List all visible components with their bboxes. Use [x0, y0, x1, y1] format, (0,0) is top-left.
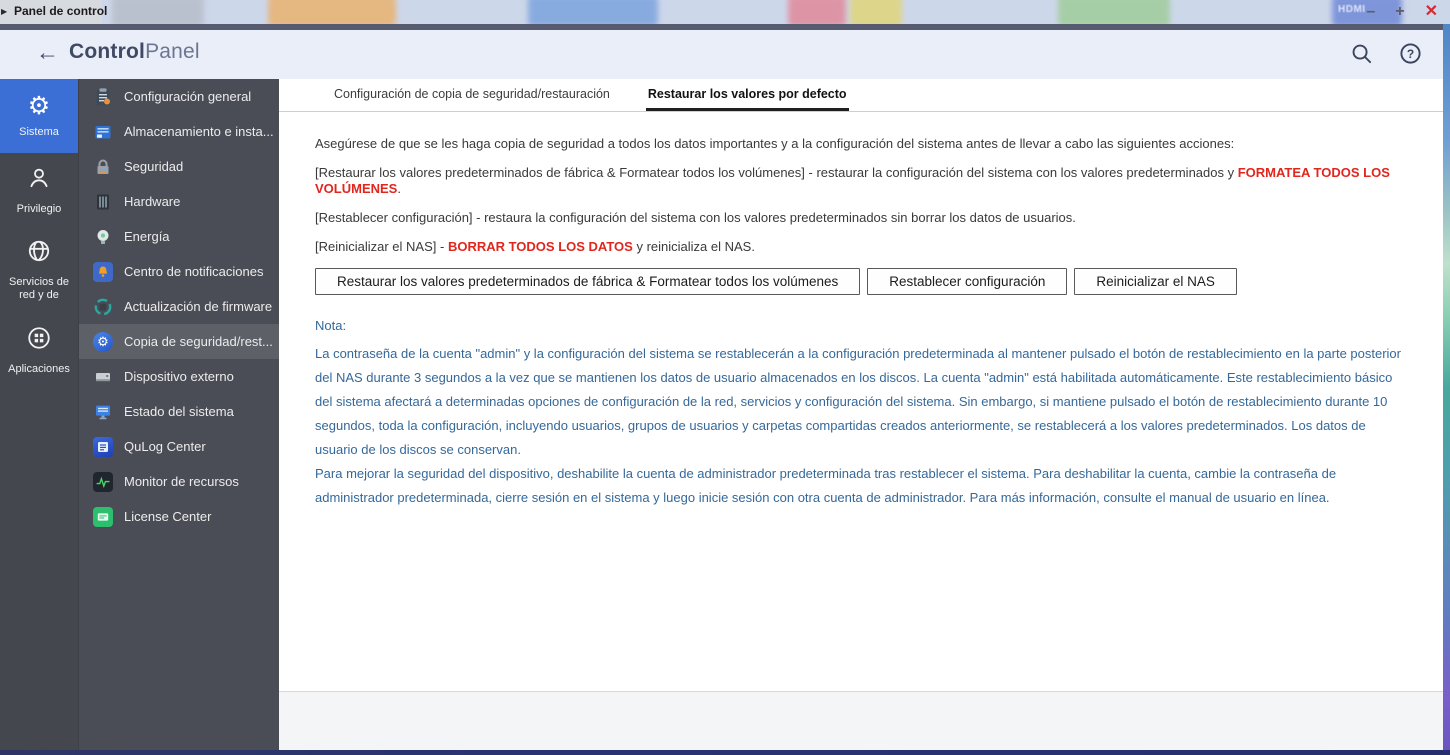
- desktop-icon-blur: [1058, 0, 1170, 24]
- bulb-icon: [93, 227, 113, 247]
- taskbar-edge: [0, 750, 1450, 755]
- restore-factory-defaults-button[interactable]: Restaurar los valores predeterminados de…: [315, 268, 861, 295]
- reset-settings-button[interactable]: Restablecer configuración: [867, 268, 1068, 295]
- menu-item-almacenamiento[interactable]: Almacenamiento e insta...: [79, 114, 279, 149]
- apps-icon: [26, 325, 52, 356]
- content-footer: [279, 691, 1443, 750]
- back-button[interactable]: ←: [36, 39, 59, 66]
- desktop-icon-blur: [112, 0, 204, 24]
- action-buttons: Restaurar los valores predeterminados de…: [315, 268, 1413, 295]
- window-resize-arrow-icon: ▶: [1, 7, 8, 16]
- desktop-wallpaper-edge: [1443, 24, 1450, 750]
- menu-item-monitor-recursos[interactable]: Monitor de recursos: [79, 464, 279, 499]
- menu-item-hardware[interactable]: Hardware: [79, 184, 279, 219]
- storage-icon: [93, 122, 113, 142]
- maximize-button[interactable]: +: [1395, 0, 1404, 24]
- action-reinitialize-text: [Reinicializar el NAS] - BORRAR TODOS LO…: [315, 239, 755, 254]
- settings-menu: Configuración general Almacenamiento e i…: [78, 79, 279, 750]
- close-button[interactable]: ✕: [1425, 0, 1438, 24]
- gear-icon: ⚙: [27, 92, 51, 120]
- sidebar-item-aplicaciones[interactable]: Aplicaciones: [0, 312, 78, 388]
- page-title: ControlPanel: [69, 40, 200, 63]
- action-reset-settings-text: [Restablecer configuración] - restaura l…: [315, 210, 1076, 225]
- svg-text:?: ?: [1407, 47, 1414, 61]
- globe-icon: [26, 238, 52, 269]
- sidebar-item-sistema[interactable]: ⚙ Sistema: [0, 79, 78, 153]
- menu-item-configuracion-general[interactable]: Configuración general: [79, 79, 279, 114]
- qulog-icon: [93, 436, 113, 457]
- sidebar-item-servicios-red[interactable]: Servicios de red y de: [0, 228, 78, 312]
- external-drive-icon: [93, 367, 113, 387]
- hdmi-label: HDMI: [1338, 4, 1366, 15]
- control-panel-window: HDMI ▶ Panel de control – + ✕ ← ControlP…: [0, 0, 1450, 755]
- menu-item-dispositivo-externo[interactable]: Dispositivo externo: [79, 359, 279, 394]
- desktop-icon-blur: [268, 0, 396, 24]
- window-titlebar: HDMI ▶ Panel de control – + ✕: [0, 0, 1450, 24]
- note-title: Nota:: [315, 318, 347, 333]
- user-icon: [26, 165, 52, 196]
- menu-item-seguridad[interactable]: Seguridad: [79, 149, 279, 184]
- menu-item-energia[interactable]: Energía: [79, 219, 279, 254]
- resource-graph-icon: [93, 471, 113, 492]
- menu-item-license-center[interactable]: License Center: [79, 499, 279, 534]
- window-title: Panel de control: [14, 4, 108, 18]
- menu-item-estado-sistema[interactable]: Estado del sistema: [79, 394, 279, 429]
- tab-configuracion-copia-seguridad[interactable]: Configuración de copia de seguridad/rest…: [332, 79, 612, 111]
- minimize-button[interactable]: –: [1366, 0, 1375, 24]
- erase-warning-text: BORRAR TODOS LOS DATOS: [447, 239, 633, 254]
- lock-icon: [93, 157, 113, 177]
- intro-text: Asegúrese de que se les haga copia de se…: [315, 136, 1235, 151]
- sidebar-item-privilegio[interactable]: Privilegio: [0, 153, 78, 228]
- bell-icon: [93, 261, 113, 282]
- help-icon[interactable]: ?: [1399, 42, 1422, 70]
- tab-restaurar-valores-defecto[interactable]: Restaurar los valores por defecto: [645, 79, 849, 111]
- system-status-icon: [93, 402, 113, 422]
- menu-item-copia-seguridad[interactable]: ⚙ Copia de seguridad/rest...: [79, 324, 279, 359]
- action-factory-reset-text: [Restaurar los valores predeterminados d…: [315, 165, 1390, 196]
- clipboard-icon: [93, 87, 113, 107]
- note-section: Nota: La contraseña de la cuenta "admin"…: [315, 318, 1405, 510]
- tab-bar: Configuración de copia de seguridad/rest…: [279, 79, 1443, 112]
- backup-gear-icon: ⚙: [93, 331, 113, 352]
- note-paragraph-2: Para mejorar la seguridad del dispositiv…: [315, 466, 1337, 505]
- desktop-icon-blur: [850, 0, 902, 24]
- search-icon[interactable]: [1350, 42, 1373, 70]
- menu-item-centro-notificaciones[interactable]: Centro de notificaciones: [79, 254, 279, 289]
- menu-item-qulog-center[interactable]: QuLog Center: [79, 429, 279, 464]
- menu-item-actualizacion-firmware[interactable]: Actualización de firmware: [79, 289, 279, 324]
- main-content: Configuración de copia de seguridad/rest…: [279, 79, 1443, 750]
- desktop-icon-blur: [528, 0, 658, 24]
- reinitialize-nas-button[interactable]: Reinicializar el NAS: [1074, 268, 1237, 295]
- app-header: ← ControlPanel ?: [0, 30, 1450, 79]
- license-icon: [93, 506, 113, 527]
- desktop-icon-blur: [788, 0, 846, 24]
- server-icon: [93, 192, 113, 212]
- category-sidebar: ⚙ Sistema Privilegio Servicios de red y …: [0, 79, 78, 750]
- firmware-update-icon: [93, 297, 113, 317]
- note-paragraph-1: La contraseña de la cuenta "admin" y la …: [315, 346, 1401, 457]
